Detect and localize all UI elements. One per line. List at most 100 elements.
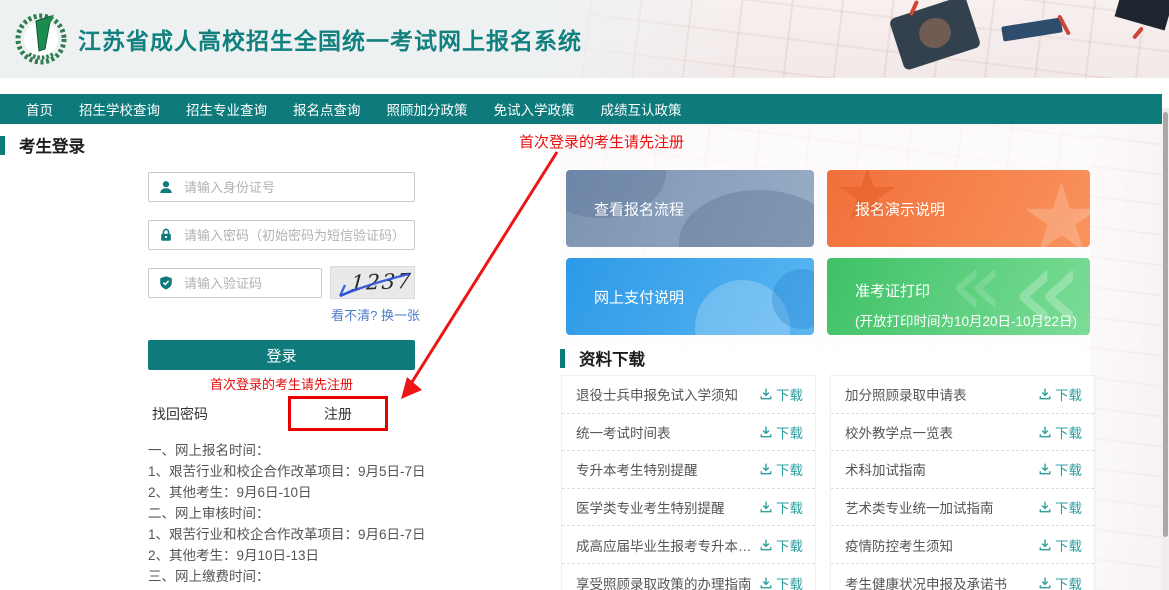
download-item-name: 加分照顾录取申请表	[845, 384, 967, 404]
section-accent-bar	[560, 349, 565, 368]
scrollbar-thumb[interactable]	[1163, 112, 1168, 537]
schedule-line: 三、网上缴费时间：	[148, 566, 568, 587]
download-item: 统一考试时间表 下载	[562, 414, 815, 452]
download-link[interactable]: 下载	[1038, 497, 1082, 517]
id-number-field[interactable]	[148, 172, 415, 202]
section-accent-bar	[0, 136, 5, 155]
download-item: 成高应届毕业生报考专升本证明下载	[562, 526, 815, 564]
captcha-input[interactable]	[182, 275, 321, 292]
schedule-line: 1、艰苦行业和校企合作改革项目：9月5日-7日	[148, 461, 568, 482]
downloads-section-header: 资料下载	[560, 346, 645, 370]
annotation-register-note: 首次登录的考生请先注册	[519, 131, 684, 152]
login-section-header: 考生登录	[0, 133, 85, 157]
download-item: 享受照顾录取政策的办理指南下载	[562, 564, 815, 590]
download-item-name: 成高应届毕业生报考专升本证明	[576, 535, 759, 555]
download-item: 退役士兵申报免试入学须知 下载	[562, 376, 815, 414]
download-card-right: 加分照顾录取申请表下载校外教学点一览表下载术科加试指南下载艺术类专业统一加试指南…	[830, 375, 1095, 590]
download-item-name: 考生健康状况申报及承诺书	[845, 573, 1007, 590]
nav-item-6[interactable]: 成绩互认政策	[588, 99, 695, 119]
page-title: 江苏省成人高校招生全国统一考试网上报名系统	[78, 22, 582, 56]
tile-view-process[interactable]: 查看报名流程	[566, 170, 814, 247]
download-item: 术科加试指南 下载	[831, 451, 1094, 489]
download-link[interactable]: 下载	[1038, 573, 1082, 590]
tassel-icon	[1132, 26, 1144, 39]
login-button[interactable]: 登录	[148, 340, 415, 370]
download-link[interactable]: 下载	[1038, 459, 1082, 479]
schedule-line: 二、网上审核时间：	[148, 503, 568, 524]
password-field[interactable]	[148, 220, 415, 250]
graduation-cap-icon	[889, 0, 982, 71]
person-icon	[158, 179, 174, 195]
lock-icon	[158, 227, 174, 243]
captcha-field[interactable]	[148, 268, 322, 298]
download-item: 考生健康状况申报及承诺书 下载	[831, 564, 1094, 590]
id-number-input[interactable]	[182, 179, 414, 196]
tile-admission-print[interactable]: 准考证打印 (开放打印时间为10月20日-10月22日)	[827, 258, 1090, 335]
register-hint-text: 首次登录的考生请先注册	[148, 374, 415, 393]
page: 江苏省成人高校招生全国统一考试网上报名系统 首页招生学校查询招生专业查询报名点查…	[0, 0, 1169, 590]
downloads-section-title: 资料下载	[579, 346, 645, 370]
nav-item-0[interactable]: 首页	[13, 99, 66, 119]
download-item-name: 享受照顾录取政策的办理指南	[576, 573, 752, 590]
tile-payment-guide[interactable]: 网上支付说明	[566, 258, 814, 335]
download-link[interactable]: 下载	[759, 573, 803, 590]
schedule-line: 2、其他考生：9月10日-13日	[148, 545, 568, 566]
nav-item-1[interactable]: 招生学校查询	[66, 99, 173, 119]
download-item-name: 退役士兵申报免试入学须知	[576, 384, 738, 404]
download-item-name: 统一考试时间表	[576, 422, 671, 442]
register-highlight-box: 注册	[288, 396, 388, 431]
download-item: 校外教学点一览表 下载	[831, 414, 1094, 452]
tile-sublabel: (开放打印时间为10月20日-10月22日)	[855, 310, 1077, 330]
header: 江苏省成人高校招生全国统一考试网上报名系统	[0, 0, 1169, 78]
captcha-squiggle	[331, 267, 415, 299]
tile-label: 查看报名流程	[594, 198, 684, 219]
download-item-name: 专升本考生特别提醒	[576, 459, 698, 479]
tile-label: 网上支付说明	[594, 286, 684, 307]
download-link[interactable]: 下载	[1038, 422, 1082, 442]
tile-label: 准考证打印	[855, 280, 930, 301]
quick-link-tiles: 查看报名流程 报名演示说明网上支付说明 准考证打印 (开放打印时间为10月20日-10…	[566, 170, 1090, 335]
graduation-photo	[540, 0, 1169, 78]
schedule-line: 1、艰苦行业和校企合作改革项目：9月6日-7日	[148, 524, 568, 545]
download-item-name: 艺术类专业统一加试指南	[845, 497, 994, 517]
download-link[interactable]: 下载	[759, 422, 803, 442]
site-logo-icon	[13, 8, 69, 68]
download-card-left: 退役士兵申报免试入学须知下载统一考试时间表下载专升本考生特别提醒下载医学类专业考…	[561, 375, 816, 590]
download-link[interactable]: 下载	[759, 497, 803, 517]
register-link[interactable]: 注册	[324, 404, 352, 424]
tile-label: 报名演示说明	[855, 198, 945, 219]
scrollbar-track	[1162, 108, 1169, 590]
password-input[interactable]	[182, 227, 414, 244]
schedule-text-block: 一、网上报名时间：1、艰苦行业和校企合作改革项目：9月5日-7日2、其他考生：9…	[148, 440, 568, 590]
forgot-password-link[interactable]: 找回密码	[152, 404, 208, 424]
download-item: 加分照顾录取申请表 下载	[831, 376, 1094, 414]
graduation-cap-icon	[1115, 0, 1169, 31]
background-photo-wash	[1090, 108, 1162, 590]
download-item-name: 医学类专业考生特别提醒	[576, 497, 725, 517]
tile-demo-guide[interactable]: 报名演示说明	[827, 170, 1090, 247]
download-item: 医学类专业考生特别提醒 下载	[562, 489, 815, 527]
nav-item-2[interactable]: 招生专业查询	[173, 99, 280, 119]
main-nav-list: 首页招生学校查询招生专业查询报名点查询照顾加分政策免试入学政策成绩互认政策	[0, 94, 1162, 124]
shield-check-icon	[158, 275, 174, 291]
login-section-title: 考生登录	[19, 133, 85, 157]
nav-item-3[interactable]: 报名点查询	[280, 99, 374, 119]
captcha-refresh-link[interactable]: 看不清? 换一张	[320, 305, 420, 324]
download-item: 疫情防控考生须知 下载	[831, 526, 1094, 564]
download-link[interactable]: 下载	[759, 459, 803, 479]
nav-item-4[interactable]: 照顾加分政策	[374, 99, 481, 119]
schedule-line: 一、网上报名时间：	[148, 440, 568, 461]
graduation-cap-icon	[1001, 17, 1063, 41]
download-item: 艺术类专业统一加试指南 下载	[831, 489, 1094, 527]
download-link[interactable]: 下载	[1038, 384, 1082, 404]
download-item: 专升本考生特别提醒 下载	[562, 451, 815, 489]
download-item-name: 校外教学点一览表	[845, 422, 953, 442]
nav-item-5[interactable]: 免试入学政策	[481, 99, 588, 119]
download-link[interactable]: 下载	[759, 384, 803, 404]
download-item-name: 疫情防控考生须知	[845, 535, 953, 555]
download-item-name: 术科加试指南	[845, 459, 926, 479]
download-link[interactable]: 下载	[1038, 535, 1082, 555]
schedule-line: 2、其他考生：9月6日-10日	[148, 482, 568, 503]
download-link[interactable]: 下载	[759, 535, 803, 555]
captcha-image[interactable]: 1237	[330, 266, 415, 299]
